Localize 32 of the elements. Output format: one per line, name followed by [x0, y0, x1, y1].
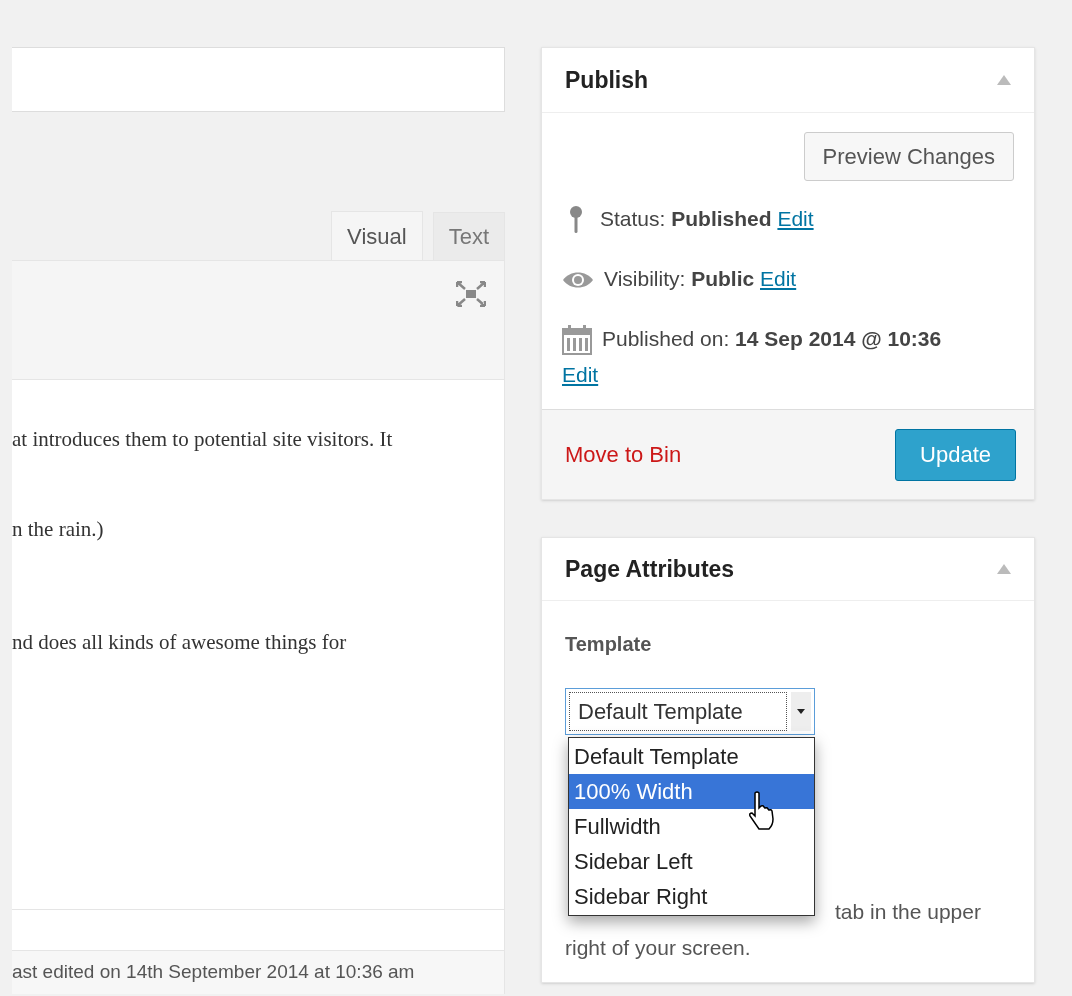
edit-link[interactable]: Edit: [562, 363, 599, 386]
editor-tab[interactable]: Text: [432, 212, 505, 260]
template-option[interactable]: Fullwidth: [569, 809, 814, 844]
panel-title: Page Attributes: [565, 554, 735, 584]
template-label: Template: [565, 632, 653, 657]
pin-icon: [568, 205, 584, 236]
edit-link[interactable]: Edit: [777, 207, 814, 230]
publish-info-text: Visibility: Public: [604, 267, 755, 290]
pointer-cursor-icon: [747, 791, 777, 831]
publish-info-text: Published on: 14 Sep 2014 @ 10:36: [602, 327, 942, 350]
calendar-icon: [562, 325, 592, 356]
editor-tab[interactable]: Visual: [331, 211, 423, 260]
collapse-arrow-icon[interactable]: [997, 75, 1011, 85]
publish-info-text: Status: Published: [600, 207, 772, 230]
fullscreen-icon[interactable]: [456, 281, 486, 307]
title-field[interactable]: [12, 47, 505, 112]
collapse-arrow-icon[interactable]: [997, 564, 1011, 574]
template-select[interactable]: Default Template: [565, 688, 815, 735]
preview-changes-button[interactable]: Preview Changes: [803, 132, 1014, 181]
last-edited-text: ast edited on 14th September 2014 at 10:36 am: [12, 960, 415, 985]
edit-link[interactable]: Edit: [760, 267, 797, 290]
template-option[interactable]: Sidebar Right: [569, 879, 814, 914]
panel-title: Publish: [565, 65, 649, 95]
help-text: tab in the upper: [835, 899, 981, 925]
content-text: n the rain.): [12, 516, 105, 543]
move-to-bin-link[interactable]: Move to Bin: [565, 438, 682, 471]
template-option[interactable]: Sidebar Left: [569, 844, 814, 879]
content-text: nd does all kinds of awesome things for: [12, 629, 348, 656]
content-text: at introduces them to potential site visitors. It: [12, 426, 394, 453]
help-text: right of your screen.: [565, 935, 751, 961]
template-option[interactable]: 100% Width: [569, 774, 814, 809]
template-option[interactable]: Default Template: [569, 739, 814, 774]
